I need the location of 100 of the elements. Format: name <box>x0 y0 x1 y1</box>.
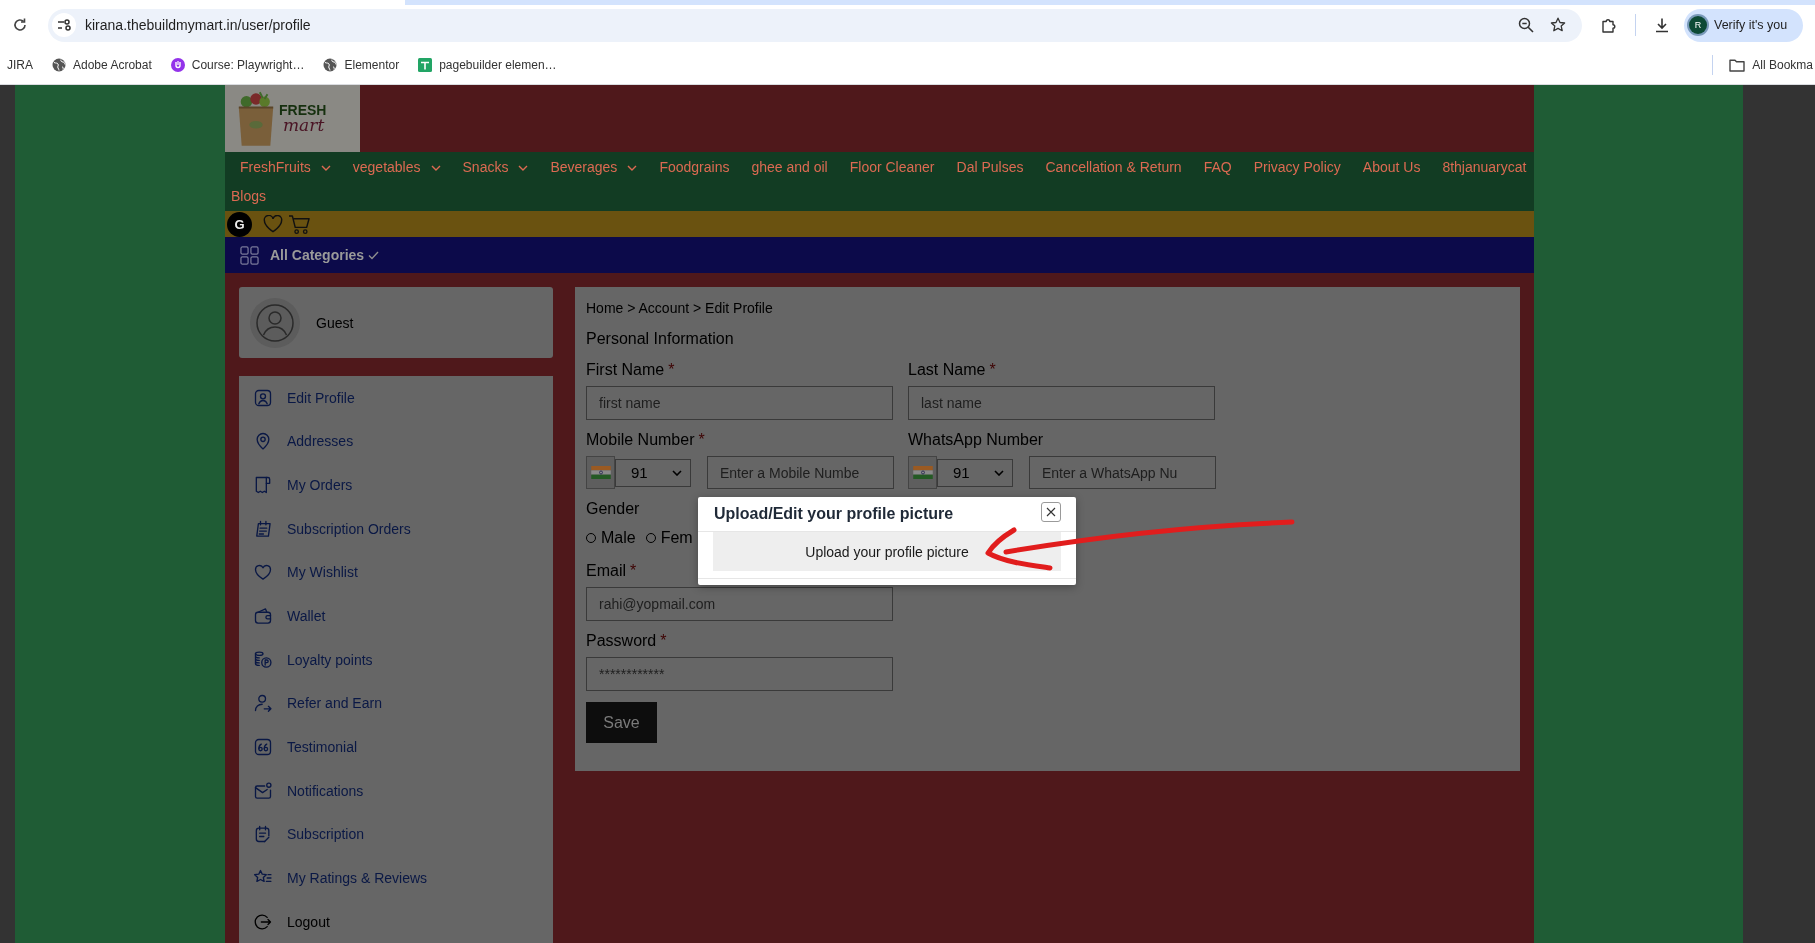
heart-icon[interactable] <box>263 215 283 233</box>
bookmark-link[interactable]: pagebuilder elemen… <box>418 57 557 72</box>
nav-link[interactable]: Beverages <box>550 153 638 182</box>
sidebar-item[interactable]: My Wishlist <box>239 550 553 595</box>
nav-link[interactable]: vegetables <box>352 153 441 182</box>
required-mark: * <box>630 561 637 581</box>
field-label: Mobile Number <box>586 430 695 450</box>
sidebar-item[interactable]: Subscription Orders <box>239 506 553 551</box>
logo[interactable]: FRESH mart <box>225 85 360 152</box>
required-mark: * <box>660 631 667 651</box>
bookmark-link[interactable]: JIRA <box>7 57 33 72</box>
country-code-select[interactable]: 91 <box>937 458 1013 487</box>
wallet-icon <box>253 606 273 626</box>
profile-icon <box>253 387 273 408</box>
breadcrumb: Home > Account > Edit Profile <box>586 300 773 316</box>
required-mark: * <box>668 360 675 380</box>
badge-icon <box>170 57 185 72</box>
required-mark: * <box>698 430 705 450</box>
sidebar-item[interactable]: Loyalty points <box>239 637 553 682</box>
check-icon <box>368 250 380 260</box>
sidebar-item[interactable]: Logout <box>239 899 553 943</box>
address-bar[interactable]: kirana.thebuildmymart.in/user/profile <box>48 8 1582 42</box>
star-icon[interactable] <box>1550 17 1566 33</box>
flag-icon <box>912 466 933 479</box>
notepad-icon <box>253 518 273 539</box>
chevron-down-icon <box>627 164 638 171</box>
sidebar-item[interactable]: Edit Profile <box>239 376 553 420</box>
logo-word: FRESH <box>279 103 327 117</box>
close-icon <box>1046 507 1056 517</box>
nav-link[interactable]: Floor Cleaner <box>849 153 935 182</box>
chevron-down-icon <box>518 164 529 171</box>
nav-link[interactable]: FAQ <box>1203 153 1232 182</box>
country-code-select[interactable]: 91 <box>615 458 691 487</box>
nav-link[interactable]: About Us <box>1362 153 1421 182</box>
chevron-down-icon <box>320 164 331 171</box>
nav-link[interactable]: Foodgrains <box>659 153 730 182</box>
avatar-icon <box>250 297 300 348</box>
nav-link[interactable]: ghee and oil <box>751 153 828 182</box>
radio-option[interactable]: Fem <box>645 529 693 547</box>
sidebar-item[interactable]: Addresses <box>239 419 553 464</box>
zoom-icon[interactable] <box>1518 17 1534 33</box>
download-icon[interactable] <box>1654 17 1670 33</box>
bookmark-link[interactable]: Elementor <box>323 57 400 72</box>
save-button[interactable]: Save <box>586 702 657 743</box>
coins-icon <box>253 649 273 670</box>
bookmarks-folder[interactable]: All Bookma <box>1752 57 1813 72</box>
mail-icon <box>253 780 273 801</box>
quote-icon <box>253 736 273 757</box>
required-mark: * <box>989 360 996 380</box>
bookmark-link[interactable]: Adobe Acrobat <box>52 57 152 72</box>
input-field[interactable]: Enter a WhatsApp Nu <box>1029 456 1216 489</box>
person-arrow-icon <box>253 693 273 714</box>
field-label: Email <box>586 561 626 581</box>
input-field[interactable]: last name <box>908 386 1215 420</box>
sidebar-item[interactable]: Wallet <box>239 594 553 638</box>
section-title: Personal Information <box>586 330 734 347</box>
bookmark-link[interactable]: Course: Playwright… <box>170 57 305 72</box>
input-field[interactable]: first name <box>586 386 893 420</box>
receipt-icon <box>253 475 273 496</box>
field-label: Gender <box>586 499 640 519</box>
sidebar-item[interactable]: My Ratings & Reviews <box>239 856 553 900</box>
field-label: First Name <box>586 360 665 380</box>
input-field[interactable]: ************ <box>586 657 893 691</box>
nav-link[interactable]: Dal Pulses <box>956 153 1024 182</box>
input-field[interactable]: rahi@yopmail.com <box>586 587 893 621</box>
sidebar-item[interactable]: Refer and Earn <box>239 681 553 726</box>
chevron-down-icon <box>430 164 441 171</box>
cart-icon[interactable] <box>288 213 311 235</box>
input-field[interactable]: Enter a Mobile Numbe <box>707 456 894 489</box>
user-avatar[interactable]: G <box>227 211 252 237</box>
upload-button[interactable]: Upload your profile picture <box>713 532 1061 571</box>
globe-icon <box>323 57 338 72</box>
nav-link[interactable]: Blogs <box>231 182 267 211</box>
profile-button[interactable]: R Verify it's you <box>1684 8 1803 42</box>
field-label: Password <box>586 631 657 651</box>
nav-link[interactable]: Snacks <box>462 153 529 182</box>
nav-link[interactable]: Privacy Policy <box>1253 153 1341 182</box>
sidebar-item[interactable]: Subscription <box>239 812 553 857</box>
radio-option[interactable]: Male <box>586 529 636 547</box>
sidebar-item[interactable]: Notifications <box>239 768 553 813</box>
profile-avatar: R <box>1689 16 1707 34</box>
categories-button[interactable]: All Categories <box>240 245 380 265</box>
heart-icon <box>253 562 273 583</box>
field-label: WhatsApp Number <box>908 430 1044 450</box>
chevron-down-icon <box>672 469 682 476</box>
dialog-title: Upload/Edit your profile picture <box>714 505 954 523</box>
logo-script: mart <box>283 117 325 134</box>
puzzle-icon[interactable] <box>1601 17 1617 33</box>
nav-link[interactable]: Cancellation & Return <box>1045 153 1182 182</box>
flag-icon <box>590 466 611 479</box>
nav-link[interactable]: 8thjanuarycat <box>1442 153 1527 182</box>
nav-link[interactable]: FreshFruits <box>240 153 331 182</box>
reload-icon[interactable] <box>12 17 28 33</box>
field-label: Last Name <box>908 360 986 380</box>
globe-icon <box>52 57 66 72</box>
sidebar-item[interactable]: My Orders <box>239 463 553 507</box>
close-button[interactable] <box>1041 502 1061 522</box>
site-settings-icon[interactable] <box>52 13 76 37</box>
user-name: Guest <box>316 314 354 331</box>
sidebar-item[interactable]: Testimonial <box>239 725 553 769</box>
